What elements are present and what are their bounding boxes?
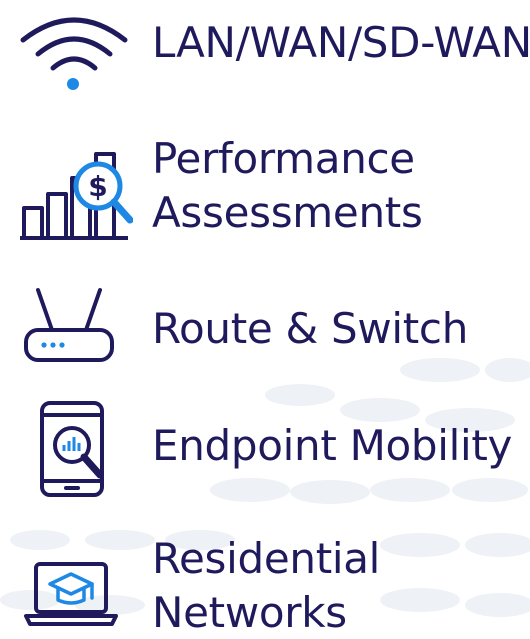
service-item-residential-networks: Residential Networks [0,532,530,639]
service-label: Residential Networks [152,532,380,639]
service-label: Endpoint Mobility [152,419,512,473]
service-label-line: Performance [152,134,415,183]
service-label-line: Residential [152,534,381,583]
router-icon [24,288,114,362]
service-label-line: Networks [152,588,347,637]
service-label-line: LAN/WAN/SD-WAN [152,18,530,67]
service-label: Performance Assessments [152,132,423,240]
svg-text:$: $ [88,170,107,203]
wifi-icon [20,17,128,90]
service-label-line: Assessments [152,188,423,237]
service-label: Route & Switch [152,302,468,356]
service-label: LAN/WAN/SD-WAN [152,16,530,70]
service-item-performance-assessments: $ Performance Assessments [0,130,530,255]
service-item-endpoint-mobility: Endpoint Mobility [0,395,530,505]
service-item-route-switch: Route & Switch [0,282,530,378]
service-label-line: Route & Switch [152,304,469,353]
bar-chart-dollar-magnifier-icon: $ [20,152,133,240]
smartphone-magnifier-icon [40,401,104,497]
service-item-lan-wan: LAN/WAN/SD-WAN [0,0,530,110]
service-list: LAN/WAN/SD-WAN $ Performance Assessments [0,0,530,639]
laptop-graduation-cap-icon [24,562,118,626]
service-label-line: Endpoint Mobility [152,421,513,470]
